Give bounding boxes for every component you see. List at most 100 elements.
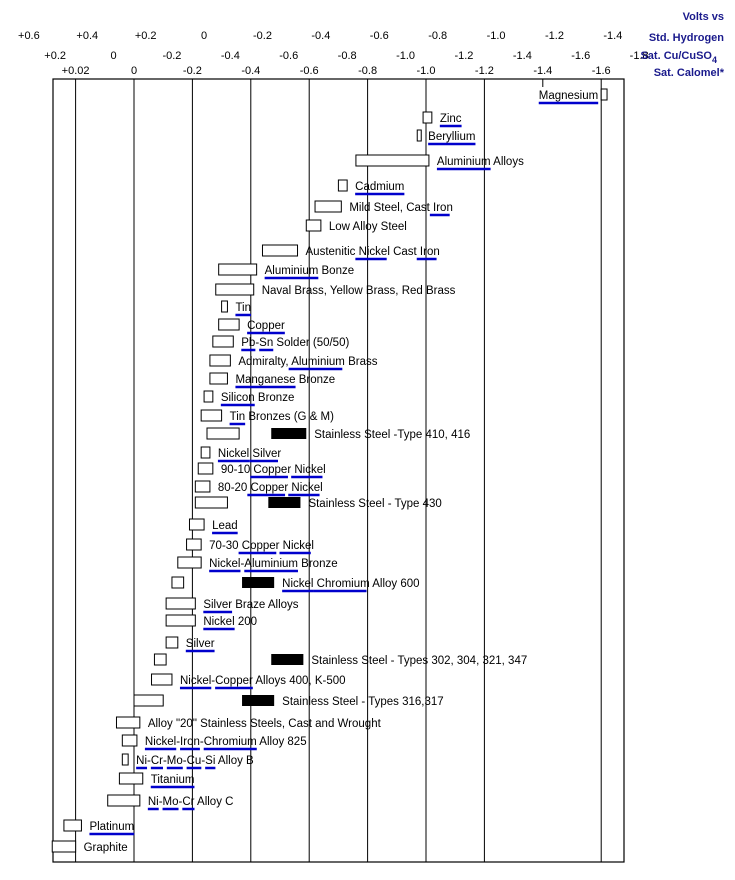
tick-label: 0 bbox=[110, 50, 116, 62]
tick-label: -0.6 bbox=[279, 50, 298, 62]
tick-label: +0.6 bbox=[18, 30, 40, 42]
row-label[interactable]: Graphite bbox=[84, 842, 128, 854]
legend: Volts vs Std. Hydrogen Sat. Cu/CuSO4 Sat… bbox=[640, 11, 724, 79]
active-range-bar bbox=[242, 577, 275, 588]
tick-label: -1.4 bbox=[513, 50, 532, 62]
row-label[interactable]: Nickel Silver bbox=[218, 448, 281, 460]
range-bar bbox=[305, 219, 322, 232]
series-row: Nickel-Iron-Chromium Alloy 825 bbox=[121, 734, 307, 751]
range-bar bbox=[314, 200, 342, 213]
tick-label: -0.4 bbox=[221, 50, 240, 62]
tick-label: -0.2 bbox=[162, 50, 181, 62]
tick-label: -0.6 bbox=[300, 65, 319, 77]
series-row: Stainless Steel - Types 302, 304, 321, 3… bbox=[153, 653, 527, 667]
row-label[interactable]: Silver Braze Alloys bbox=[203, 599, 298, 611]
row-label[interactable]: Ni-Mo-Cr Alloy C bbox=[148, 796, 234, 808]
series-row: Ni-Cr-Mo-Cu-Si Alloy B bbox=[121, 753, 254, 770]
series-row: 80-20 Copper Nickel bbox=[194, 480, 323, 497]
row-label[interactable]: Nickel-Copper Alloys 400, K-500 bbox=[180, 675, 346, 687]
tick-label: -1.6 bbox=[592, 65, 611, 77]
row-label[interactable]: 90-10 Copper Nickel bbox=[221, 464, 326, 476]
series-row: Admiralty, Aluminium Brass bbox=[209, 354, 378, 371]
row-label[interactable]: Lead bbox=[212, 520, 238, 532]
range-bar bbox=[218, 263, 258, 276]
row-label[interactable]: Manganese Bronze bbox=[235, 374, 335, 386]
row-label[interactable]: Nickel Chromium Alloy 600 bbox=[282, 578, 419, 590]
row-label[interactable]: Austenitic Nickel Cast Iron bbox=[306, 246, 440, 258]
tick-label: -1.2 bbox=[545, 30, 564, 42]
range-bar bbox=[355, 154, 430, 167]
tick-label: -1.0 bbox=[396, 50, 415, 62]
tick-label: -0.4 bbox=[311, 30, 330, 42]
galvanic-series-chart: +0.6 +0.4 +0.2 0 -0.2 -0.4 -0.6 -0.8 -1.0 -1.2 -1.… bbox=[18, 11, 725, 863]
range-bar bbox=[171, 576, 185, 589]
row-label[interactable]: Stainless Steel - Type 430 bbox=[308, 498, 441, 510]
range-bar bbox=[212, 335, 234, 348]
row-label[interactable]: Beryllium bbox=[428, 131, 475, 143]
row-label[interactable]: Nickel 200 bbox=[203, 616, 257, 628]
range-bar bbox=[194, 496, 228, 509]
series-row: Low Alloy Steel bbox=[305, 219, 407, 233]
row-label[interactable]: Magnesium bbox=[539, 90, 598, 102]
tick-label: -0.8 bbox=[338, 50, 357, 62]
series-row: Stainless Steel -Type 410, 416 bbox=[206, 427, 470, 441]
row-label[interactable]: Nickel-Aluminium Bronze bbox=[209, 558, 337, 570]
row-label[interactable]: Aluminium Alloys bbox=[437, 156, 524, 168]
row-label[interactable]: Alloy "20" Stainless Steels, Cast and Wr… bbox=[148, 718, 382, 730]
row-label[interactable]: Aluminium Bonze bbox=[265, 265, 354, 277]
row-label[interactable]: Platinum bbox=[89, 821, 134, 833]
row-label[interactable]: Nickel-Iron-Chromium Alloy 825 bbox=[145, 736, 307, 748]
row-label[interactable]: Ni-Cr-Mo-Cu-Si Alloy B bbox=[136, 755, 254, 767]
tick-label: +0.4 bbox=[76, 30, 98, 42]
row-label[interactable]: Copper bbox=[247, 320, 285, 332]
row-label[interactable]: Pb-Sn Solder (50/50) bbox=[241, 337, 349, 349]
tick-label: +0.02 bbox=[62, 65, 90, 77]
tick-label: 0 bbox=[131, 65, 137, 77]
series-row: Mild Steel, Cast Iron bbox=[314, 200, 453, 217]
active-range-bar bbox=[268, 497, 301, 508]
row-label[interactable]: Zinc bbox=[440, 113, 462, 125]
range-bar bbox=[221, 300, 228, 313]
series-row: Pb-Sn Solder (50/50) bbox=[212, 335, 349, 352]
row-label[interactable]: Naval Brass, Yellow Brass, Red Brass bbox=[262, 285, 456, 297]
tick-label: -1.2 bbox=[475, 65, 494, 77]
tick-label: -0.8 bbox=[358, 65, 377, 77]
row-label[interactable]: Mild Steel, Cast Iron bbox=[349, 202, 453, 214]
range-bar bbox=[200, 409, 223, 422]
row-label[interactable]: Cadmium bbox=[355, 181, 404, 193]
row-label[interactable]: Tin bbox=[235, 302, 251, 314]
active-range-bar bbox=[271, 654, 304, 665]
range-bar bbox=[261, 244, 299, 257]
series-row: Aluminium Alloys bbox=[355, 154, 524, 171]
tick-label: -0.8 bbox=[428, 30, 447, 42]
range-bar bbox=[133, 694, 164, 707]
range-bar bbox=[165, 614, 196, 627]
range-bar bbox=[197, 462, 214, 475]
legend-std-hydrogen: Std. Hydrogen bbox=[649, 32, 724, 44]
range-bar bbox=[118, 772, 144, 785]
series-row: Nickel Silver bbox=[200, 446, 281, 463]
tick-label: -0.2 bbox=[253, 30, 272, 42]
row-label[interactable]: Tin Bronzes (G & M) bbox=[230, 411, 335, 423]
range-bar bbox=[177, 556, 202, 569]
series-row: Silicon Bronze bbox=[203, 390, 295, 407]
series-row: Nickel Chromium Alloy 600 bbox=[171, 576, 420, 593]
legend-calomel: Sat. Calomel* bbox=[654, 67, 725, 79]
range-bar bbox=[165, 597, 196, 610]
series-row: Silver Braze Alloys bbox=[165, 597, 299, 614]
row-label[interactable]: Low Alloy Steel bbox=[329, 221, 407, 233]
row-label[interactable]: Silver bbox=[186, 638, 215, 650]
row-label[interactable]: Admiralty, Aluminium Brass bbox=[238, 356, 377, 368]
tick-label: -0.2 bbox=[183, 65, 202, 77]
series-row: 90-10 Copper Nickel bbox=[197, 462, 326, 479]
row-label[interactable]: Stainless Steel - Types 302, 304, 321, 3… bbox=[311, 655, 527, 667]
row-label[interactable]: Stainless Steel -Type 410, 416 bbox=[314, 429, 470, 441]
series-row: Graphite bbox=[51, 840, 128, 854]
row-label[interactable]: Silicon Bronze bbox=[221, 392, 295, 404]
row-label[interactable]: 80-20 Copper Nickel bbox=[218, 482, 323, 494]
row-label[interactable]: 70-30 Copper Nickel bbox=[209, 540, 314, 552]
row-label[interactable]: Titanium bbox=[151, 774, 195, 786]
row-label[interactable]: Stainless Steel - Types 316,317 bbox=[282, 696, 444, 708]
range-bar bbox=[51, 840, 77, 853]
range-bar bbox=[209, 354, 231, 367]
